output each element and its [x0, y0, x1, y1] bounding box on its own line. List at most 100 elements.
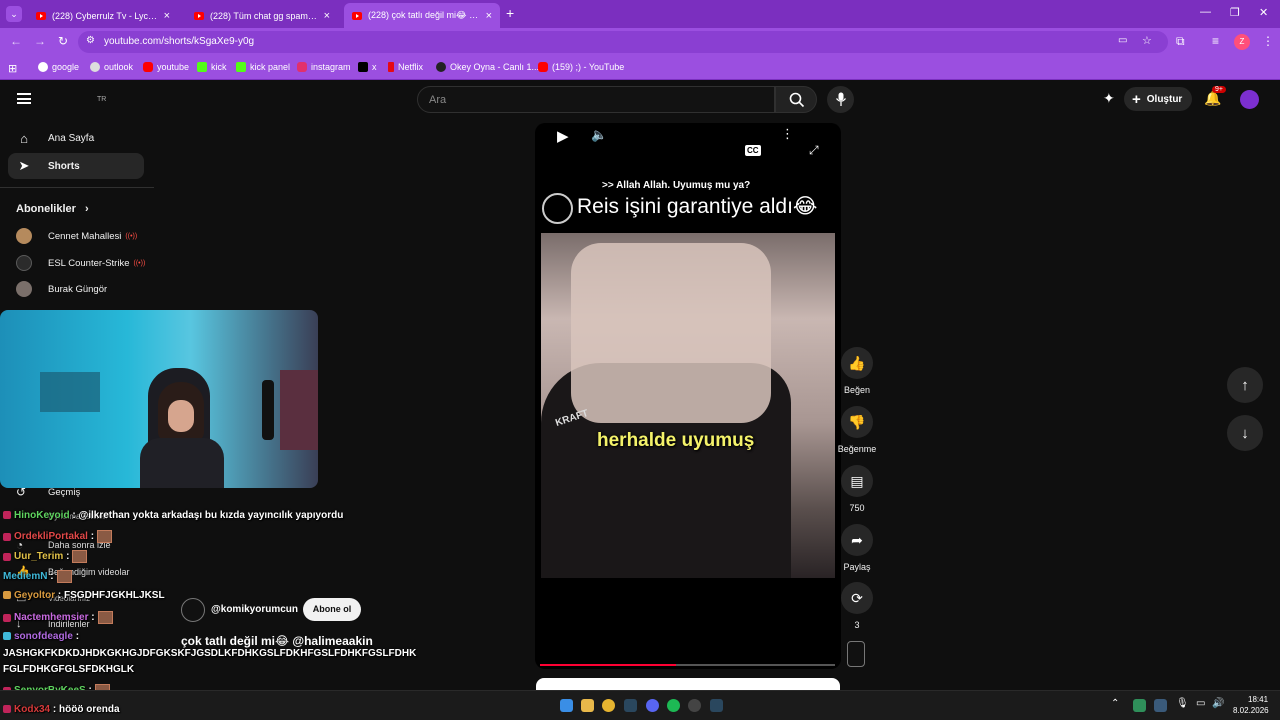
tray-volume-icon[interactable]: 🔊 [1212, 698, 1224, 709]
restore-icon[interactable]: ❐ [1230, 6, 1240, 19]
bookmark-youtube[interactable]: youtube [143, 62, 189, 72]
create-button[interactable]: + Oluştur [1124, 87, 1192, 111]
site-info-icon[interactable]: ⚙ [86, 35, 95, 46]
chat-text: : FSGDHFJGKHLJKSL [57, 590, 165, 601]
studio-icon[interactable]: ✦ [1103, 90, 1115, 107]
subscribe-button[interactable]: Abone ol [303, 598, 361, 621]
subscription-esl-counter-strike[interactable]: ESL Counter-Strike ((•)) [16, 255, 145, 271]
remix-button[interactable]: ⟳ 3 [836, 582, 878, 630]
like-button[interactable]: 👍 Beğen [836, 347, 878, 395]
bookmark-okey[interactable]: Okey Oyna - Canlı 1... [436, 62, 539, 72]
bookmark-google[interactable]: google [38, 62, 79, 72]
subscription-burak-gungor[interactable]: Burak Güngör [16, 281, 107, 297]
steam-secondary-icon[interactable] [710, 699, 723, 712]
bookmark-youtube-159[interactable]: (159) ;) - YouTube [538, 62, 624, 72]
tab-label: (228) Cyberrulz Tv - Lycans - [e... [52, 10, 158, 21]
x-icon [358, 62, 368, 72]
tab-tum-chat[interactable]: (228) Tüm chat gg spamlarken... × [186, 3, 338, 28]
channel-name: ESL Counter-Strike [48, 257, 130, 269]
clock-time[interactable]: 18:41 [1248, 695, 1268, 704]
profile-avatar[interactable]: Z [1234, 34, 1250, 50]
next-short-button[interactable]: ↓ [1227, 415, 1263, 451]
volume-icon[interactable]: 🔈 [591, 127, 607, 143]
chat-text: : [50, 571, 54, 583]
chat-badge-icon [3, 591, 11, 600]
obs-icon[interactable] [688, 699, 701, 712]
cast-icon[interactable]: ▭ [1118, 35, 1127, 46]
tray-steam-icon[interactable] [1154, 699, 1167, 712]
close-tab-icon[interactable]: × [164, 10, 170, 22]
minimize-icon[interactable]: — [1200, 6, 1211, 18]
bookmark-kick-panel[interactable]: kick panel [236, 62, 290, 72]
search-button[interactable] [775, 86, 817, 113]
tray-chevron-icon[interactable]: ⌃ [1111, 698, 1119, 709]
forward-icon[interactable]: → [34, 34, 46, 48]
close-tab-icon[interactable]: × [486, 10, 492, 22]
bookmark-instagram[interactable]: instagram [297, 62, 351, 72]
comments-button[interactable]: ▤ 750 [836, 465, 878, 513]
sound-thumbnail[interactable] [847, 641, 865, 667]
notifications-button[interactable]: 🔔 9+ [1204, 86, 1226, 108]
create-label: Oluştur [1146, 93, 1183, 105]
bookmark-netflix[interactable]: Netflix [388, 62, 423, 72]
omnibox[interactable]: ⚙ youtube.com/shorts/kSgaXe9-y0g ▭ ☆ [78, 31, 1168, 53]
dislike-button[interactable]: 👎 Beğenme [836, 406, 878, 454]
chat-badge-icon [3, 532, 11, 541]
sidebar-item-shorts[interactable]: ➤ Shorts [8, 153, 144, 179]
tab-cyberrulz[interactable]: (228) Cyberrulz Tv - Lycans - [e... × [28, 3, 178, 28]
bookmarks-bar: ⊞ google outlook youtube kick kick panel… [0, 56, 1280, 80]
more-options-icon[interactable]: ⋮ [781, 126, 794, 142]
chat-message-continued: JASHGKFKDKDJHDKGKHGJDFGKSKFJGSDLKFDHKGSL… [3, 648, 416, 659]
remix-count: 3 [854, 620, 860, 630]
extensions-icon[interactable]: ⧉ [1176, 34, 1185, 49]
bookmark-outlook[interactable]: outlook [90, 62, 133, 72]
tray-network-icon[interactable]: ▭ [1196, 698, 1205, 709]
channel-handle[interactable]: @komikyorumcun [211, 604, 298, 615]
shorts-video-player[interactable]: ▶ 🔈 ⋮ CC ⤢ >> Allah Allah. Uyumuş mu ya?… [535, 123, 841, 669]
youtube-header: TR Ara ✦ + Oluştur 🔔 9+ [0, 80, 1280, 120]
hamburger-menu-icon[interactable] [17, 93, 31, 104]
sidebar-item-home[interactable]: ⌂ Ana Sayfa [8, 125, 144, 151]
bookmark-label: youtube [157, 62, 190, 72]
tray-mic-icon[interactable]: 🎙 [1176, 698, 1189, 709]
reload-icon[interactable]: ↻ [58, 34, 68, 48]
apps-grid-icon[interactable]: ⊞ [8, 62, 17, 75]
captions-button[interactable]: CC [745, 145, 761, 156]
tray-app-icon[interactable] [1133, 699, 1146, 712]
reading-list-icon[interactable]: ≡ [1212, 34, 1219, 48]
steam-icon[interactable] [624, 699, 637, 712]
address-bar-row: ← → ↻ ⚙ youtube.com/shorts/kSgaXe9-y0g ▭… [0, 28, 1280, 56]
channel-avatar[interactable] [181, 598, 205, 622]
menu-kebab-icon[interactable]: ⋮ [1262, 34, 1274, 48]
play-icon[interactable]: ▶ [557, 127, 569, 145]
remix-icon: ⟳ [841, 582, 873, 614]
channel-name: Cennet Mahallesi [48, 230, 122, 242]
shorts-icon: ➤ [18, 158, 30, 173]
discord-icon[interactable] [646, 699, 659, 712]
windows-start-icon[interactable] [560, 699, 573, 712]
close-tab-icon[interactable]: × [324, 10, 330, 22]
account-avatar[interactable] [1240, 90, 1259, 109]
tab-search-button[interactable]: ⌄ [6, 6, 22, 22]
chevron-right-icon: › [84, 203, 89, 215]
fullscreen-icon[interactable]: ⤢ [809, 143, 819, 158]
previous-short-button[interactable]: ↑ [1227, 367, 1263, 403]
new-tab-button[interactable]: + [506, 5, 514, 21]
voice-search-button[interactable] [827, 86, 854, 113]
clock-date[interactable]: 8.02.2026 [1233, 706, 1269, 715]
chrome-icon[interactable] [602, 699, 615, 712]
spotify-icon[interactable] [667, 699, 680, 712]
search-input[interactable]: Ara [417, 86, 775, 113]
tab-cok-tatli[interactable]: (228) çok tatlı değil mi😂 @hal... × [344, 3, 500, 28]
file-explorer-icon[interactable] [581, 699, 594, 712]
subscriptions-header[interactable]: Abonelikler › [16, 203, 89, 215]
close-window-icon[interactable]: ✕ [1259, 6, 1268, 19]
video-progress-bar[interactable] [540, 664, 835, 666]
subscription-cennet-mahallesi[interactable]: Cennet Mahallesi ((•)) [16, 228, 137, 244]
bookmark-x[interactable]: x [358, 62, 377, 72]
room-shelf [40, 372, 100, 412]
bookmark-kick[interactable]: kick [197, 62, 227, 72]
back-icon[interactable]: ← [10, 34, 22, 48]
bookmark-star-icon[interactable]: ☆ [1142, 34, 1152, 47]
share-button[interactable]: ➦ Paylaş [836, 524, 878, 572]
